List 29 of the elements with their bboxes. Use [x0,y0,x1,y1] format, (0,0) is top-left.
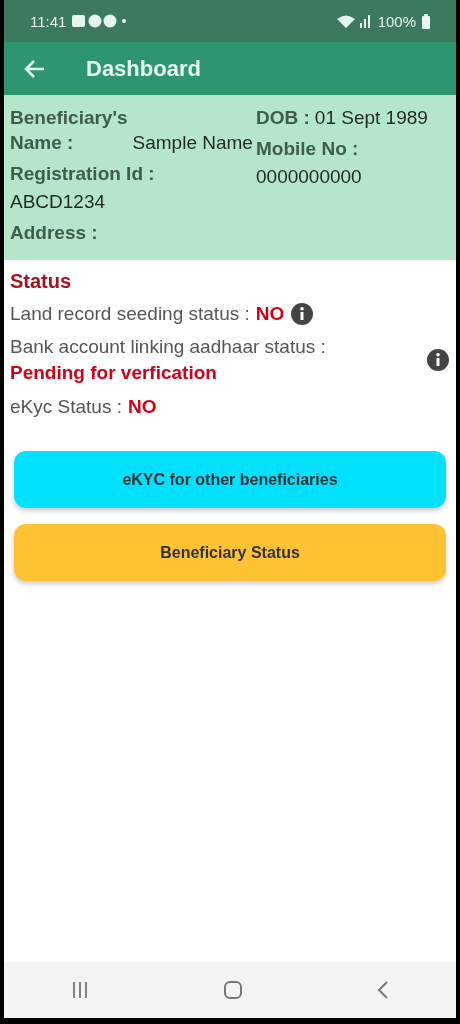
info-icon[interactable] [426,348,450,372]
status-label: eKyc Status : [10,395,122,419]
signal-icon [335,14,372,28]
field-label: Address : [10,222,98,243]
status-label: Bank account linking aadhaar status : [10,336,326,357]
field-label: Registration Id : [10,163,155,184]
clock: 11:41 [30,12,67,30]
field-label: DOB : [256,106,310,130]
field-label: Beneficiary's Name : [10,106,128,155]
field-value: Sample Name [132,131,253,155]
section-heading: Status [10,270,73,293]
action-button[interactable]: Beneficiary Status [14,524,446,581]
status-value: NO [127,395,157,419]
status-value: NO [255,302,285,326]
back-icon[interactable] [377,980,389,1000]
battery-percent: 100% [377,12,416,30]
screen-title: Dashboard [86,55,201,82]
status-value: Pending for verfication [10,362,217,383]
field-value: ABCD1234 [10,190,107,214]
info-icon[interactable] [290,301,315,326]
home-icon[interactable] [223,980,243,1000]
field-value: 01 Sept 1989 [314,106,428,130]
notification-icons [72,14,129,28]
status-label: Land record seeding status : [10,302,250,326]
field-label: Mobile No : [256,138,359,159]
battery-icon [422,13,430,29]
action-button[interactable]: eKYC for other beneficiaries [14,451,446,508]
field-value: 0000000000 [256,165,363,189]
recent-apps-icon[interactable] [71,981,89,999]
